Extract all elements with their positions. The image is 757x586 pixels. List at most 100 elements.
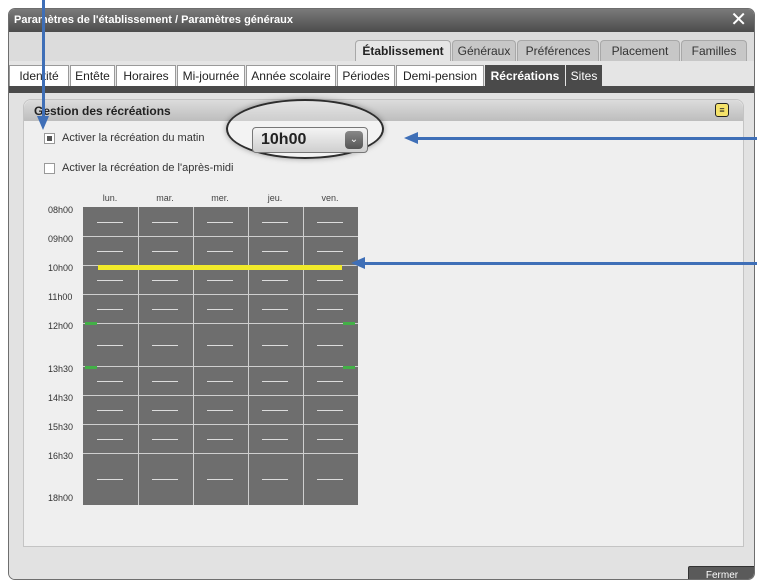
slot-dash [317,309,343,310]
secondary-tab-row: Identité Entête Horaires Mi-journée Anné… [9,61,754,93]
tab-annee-scolaire[interactable]: Année scolaire [246,65,336,87]
slot-dash [262,280,288,281]
hour-label: 09h00 [48,234,74,244]
day-label: ven. [321,193,339,203]
lunch-start-marker [343,322,355,325]
slot-dash [97,222,123,223]
tab-entete[interactable]: Entête [70,65,115,87]
tab-preferences[interactable]: Préférences [517,40,599,61]
morning-recess-label: Activer la récréation du matin [62,132,205,144]
grid-column-divider [193,207,194,505]
slot-dash [207,410,233,411]
slot-dash [97,280,123,281]
afternoon-recess-label: Activer la récréation de l'après-midi [62,162,234,174]
slot-dash [97,345,123,346]
slot-dash [152,280,178,281]
slot-dash [262,381,288,382]
panel-header: Gestion des récréations ≡ [24,100,743,121]
tab-demi-pension[interactable]: Demi-pension [396,65,484,87]
grid-column-divider [248,207,249,505]
annotation-arrow-select [418,137,757,140]
slot-dash [317,251,343,252]
slot-dash [152,439,178,440]
grid-row-divider [83,453,358,454]
annotation-arrowhead-left [404,132,418,144]
grid-row-divider [83,294,358,295]
grid-column-divider [303,207,304,505]
grid-row-divider [83,395,358,396]
afternoon-recess-option[interactable]: Activer la récréation de l'après-midi [44,162,344,176]
morning-recess-checkbox[interactable] [44,133,55,144]
hour-label: 08h00 [48,205,74,215]
grid-column-divider [138,207,139,505]
slot-dash [317,439,343,440]
slot-dash [97,439,123,440]
tab-mi-journee[interactable]: Mi-journée [177,65,245,87]
tab-etablissement[interactable]: Établissement [355,40,451,61]
morning-time-value: 10h00 [261,131,307,148]
slot-dash [207,309,233,310]
annotation-arrow-bar [364,262,757,265]
slot-dash [152,309,178,310]
slot-dash [207,479,233,480]
annotation-arrow-checkbox [42,0,45,118]
slot-dash [262,251,288,252]
slot-dash [317,280,343,281]
slot-dash [152,381,178,382]
hour-label: 10h00 [48,263,74,273]
day-label: mar. [156,193,174,203]
morning-time-select[interactable]: 10h00 ⌄ [252,127,368,153]
tab-familles[interactable]: Familles [681,40,747,61]
slot-dash [317,410,343,411]
lunch-start-marker [85,322,97,325]
schedule-grid[interactable] [83,207,358,505]
lunch-end-marker [85,366,97,369]
slot-dash [317,222,343,223]
slot-dash [152,251,178,252]
grid-row-divider [83,236,358,237]
slot-dash [262,479,288,480]
afternoon-recess-checkbox[interactable] [44,163,55,174]
slot-dash [97,410,123,411]
title-bar: Paramètres de l'établissement / Paramètr… [9,9,754,32]
tab-sites[interactable]: Sites [566,65,602,87]
close-icon[interactable]: ✕ [730,9,747,32]
hour-label: 16h30 [48,451,74,461]
hour-label: 11h00 [48,292,73,302]
slot-dash [152,479,178,480]
slot-dash [317,479,343,480]
chevron-down-icon[interactable]: ⌄ [345,131,363,149]
morning-recess-bar[interactable] [98,265,342,270]
tab-recreations[interactable]: Récréations [485,65,565,87]
slot-dash [152,410,178,411]
tab-underbar [9,86,754,93]
window-title: Paramètres de l'établissement / Paramètr… [14,14,293,26]
panel-title: Gestion des récréations [34,104,171,118]
tab-horaires[interactable]: Horaires [116,65,176,87]
slot-dash [207,251,233,252]
slot-dash [207,345,233,346]
notes-icon[interactable]: ≡ [715,103,729,117]
close-button[interactable]: Fermer [688,566,754,579]
annotation-arrowhead-left [351,257,365,269]
slot-dash [317,381,343,382]
slot-dash [97,309,123,310]
slot-dash [97,381,123,382]
slot-dash [97,479,123,480]
tab-identite[interactable]: Identité [9,65,69,87]
tab-placement[interactable]: Placement [600,40,680,61]
hour-label: 14h30 [48,393,74,403]
slot-dash [207,222,233,223]
slot-dash [262,222,288,223]
tab-periodes[interactable]: Périodes [337,65,395,87]
slot-dash [317,345,343,346]
slot-dash [152,222,178,223]
slot-dash [262,439,288,440]
slot-dash [152,345,178,346]
tab-generaux[interactable]: Généraux [452,40,516,61]
grid-row-divider [83,424,358,425]
slot-dash [262,309,288,310]
slot-dash [207,381,233,382]
grid-row-divider [83,323,358,324]
day-label: lun. [102,193,118,203]
